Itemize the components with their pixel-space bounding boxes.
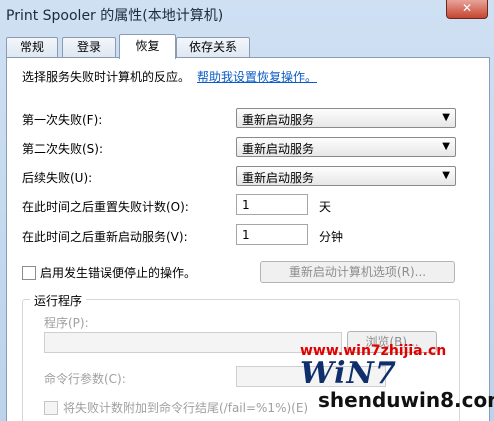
restart-delay-input[interactable]: 1: [236, 224, 308, 245]
title-bar[interactable]: Print Spooler 的属性(本地计算机) ✕: [0, 0, 494, 30]
append-fail-count-checkbox[interactable]: [44, 401, 58, 415]
stop-on-error-checkbox[interactable]: [22, 266, 36, 280]
first-failure-value: 重新启动服务: [242, 113, 315, 127]
tab-strip: 常规 登录 恢复 依存关系: [6, 34, 488, 59]
watermark-domain: shenduwin8.com: [318, 388, 494, 412]
program-label: 程序(P):: [44, 316, 89, 330]
restart-delay-value: 1: [242, 228, 250, 242]
restart-computer-options-button[interactable]: 重新启动计算机选项(R)...: [260, 261, 455, 283]
properties-window: Print Spooler 的属性(本地计算机) ✕ 常规 登录 恢复 依存关系…: [0, 0, 494, 421]
subsequent-failure-label: 后续失败(U):: [22, 171, 93, 185]
reset-count-unit: 天: [319, 200, 332, 214]
second-failure-label: 第二次失败(S):: [22, 142, 104, 156]
window-title: Print Spooler 的属性(本地计算机): [6, 8, 224, 24]
chevron-down-icon: ▼: [442, 112, 450, 123]
run-program-group-title: 运行程序: [30, 292, 87, 309]
first-failure-dropdown[interactable]: 重新启动服务 ▼: [236, 108, 456, 128]
second-failure-value: 重新启动服务: [242, 142, 315, 156]
first-failure-label: 第一次失败(F):: [22, 113, 103, 127]
restart-delay-label: 在此时间之后重新启动服务(V):: [22, 230, 188, 244]
watermark-logo: WiN7: [300, 356, 397, 391]
chevron-down-icon: ▼: [442, 141, 450, 152]
restart-delay-unit: 分钟: [319, 230, 344, 244]
tab-logon[interactable]: 登录: [62, 37, 116, 58]
second-failure-dropdown[interactable]: 重新启动服务 ▼: [236, 137, 456, 157]
stop-on-error-label: 启用发生错误便停止的操作。: [40, 266, 197, 280]
recovery-panel: 选择服务失败时计算机的反应。 帮助我设置恢复操作。 第一次失败(F): 重新启动…: [6, 57, 490, 421]
subsequent-failure-value: 重新启动服务: [242, 171, 315, 185]
chevron-down-icon: ▼: [442, 170, 450, 181]
append-fail-count-label: 将失败计数附加到命令行结尾(/fail=%1%)(E): [63, 401, 309, 415]
intro-text: 选择服务失败时计算机的反应。: [22, 70, 191, 84]
reset-count-input[interactable]: 1: [236, 194, 308, 215]
tab-recovery[interactable]: 恢复: [119, 34, 176, 59]
tab-general[interactable]: 常规: [6, 37, 58, 58]
program-input[interactable]: [44, 332, 342, 353]
reset-count-value: 1: [242, 198, 250, 212]
reset-count-label: 在此时间之后重置失败计数(O):: [22, 200, 189, 214]
subsequent-failure-dropdown[interactable]: 重新启动服务 ▼: [236, 166, 456, 186]
tab-dependencies[interactable]: 依存关系: [176, 37, 250, 58]
command-params-label: 命令行参数(C):: [44, 372, 126, 386]
close-button[interactable]: ✕: [446, 0, 488, 19]
help-link[interactable]: 帮助我设置恢复操作。: [197, 68, 317, 85]
